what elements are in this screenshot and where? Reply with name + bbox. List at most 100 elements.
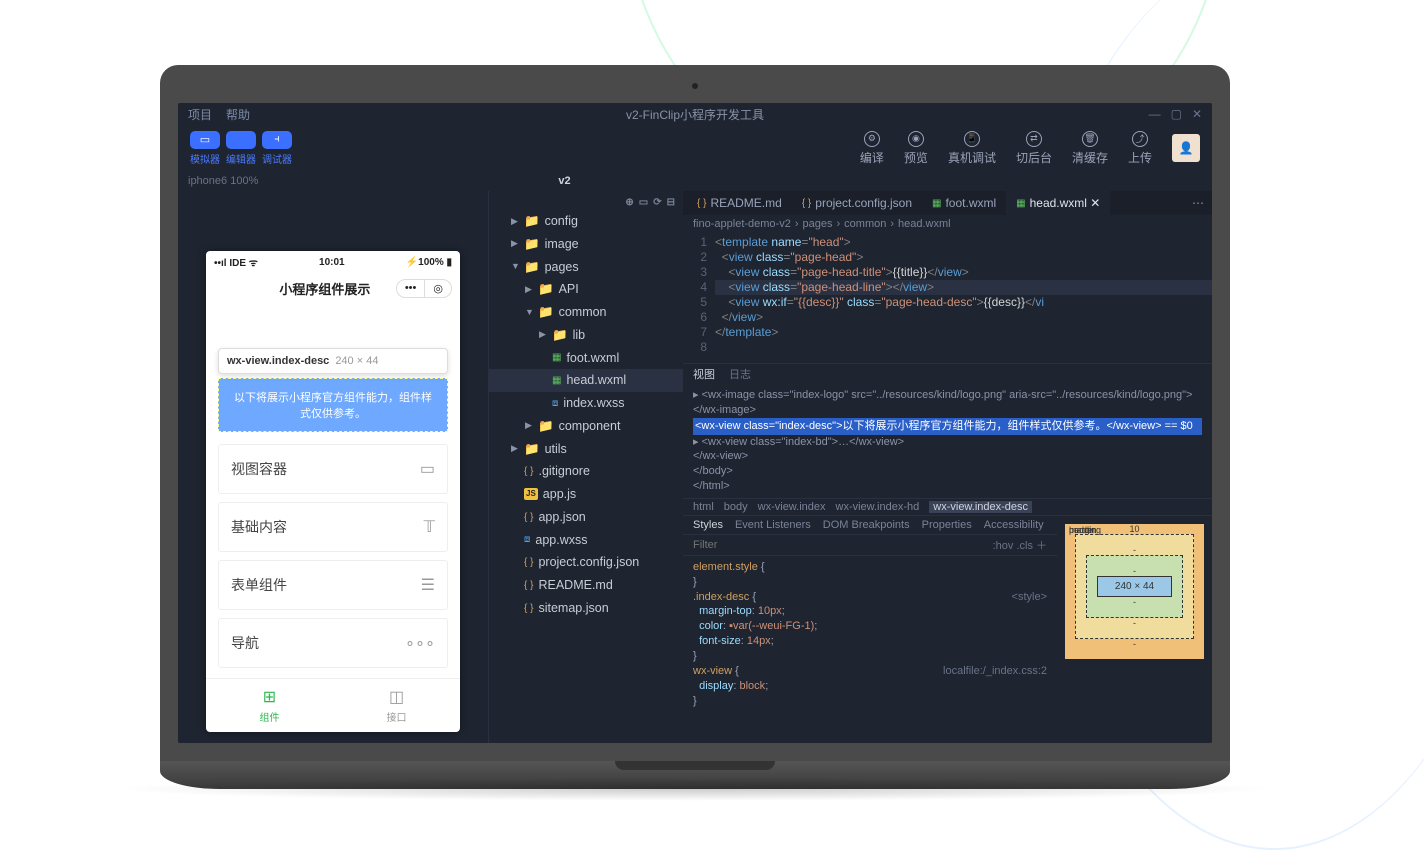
- collapse-icon[interactable]: ⊟: [667, 197, 675, 208]
- close-icon[interactable]: ✕: [1192, 107, 1202, 121]
- menu-project[interactable]: 项目: [188, 106, 212, 123]
- hov-cls-toggle[interactable]: :hov .cls ＋: [993, 537, 1047, 553]
- devtools-tab-log[interactable]: 日志: [729, 366, 751, 382]
- toolbar-切后台[interactable]: ⇄切后台: [1016, 131, 1052, 166]
- highlighted-element[interactable]: 以下将展示小程序官方组件能力，组件样式仅供参考。: [218, 378, 448, 432]
- device-label: iphone6: [188, 175, 227, 187]
- tree-item-foot.wxml[interactable]: ▦foot.wxml: [489, 347, 683, 370]
- camera-dot: [692, 83, 698, 89]
- tree-root-label: v2: [558, 175, 570, 187]
- crumb-html[interactable]: html: [693, 501, 714, 513]
- phone-status-left: ••ıl IDE ᯤ: [214, 255, 258, 269]
- tree-item-head.wxml[interactable]: ▦head.wxml: [489, 369, 683, 392]
- bm-padding-val: -: [1133, 566, 1136, 576]
- phone-status-right: ⚡100% ▮: [406, 257, 452, 268]
- tree-item-API[interactable]: ▶📁API: [489, 278, 683, 301]
- capsule-menu[interactable]: •••: [397, 280, 425, 297]
- tree-item-README.md[interactable]: { }README.md: [489, 574, 683, 597]
- crumb-body[interactable]: body: [724, 501, 748, 513]
- menubar: 项目 帮助 v2-FinClip小程序开发工具 — ▢ ✕: [178, 103, 1212, 125]
- inspector-tooltip: wx-view.index-desc 240 × 44: [218, 348, 448, 374]
- minimize-icon[interactable]: —: [1149, 107, 1161, 121]
- toolbar-上传[interactable]: ⤴上传: [1128, 131, 1152, 166]
- mode-button-2[interactable]: ⫞调试器: [262, 131, 292, 166]
- toolbar: ▭模拟器 编辑器 ⫞调试器 ⚙编译 ◉预览 📱真机调试 ⇄切后台 🗑清缓存 ⤴上…: [178, 125, 1212, 171]
- bm-padding-label: padding: [1069, 525, 1101, 535]
- mode-button-1[interactable]: 编辑器: [226, 131, 256, 166]
- box-model: margin 10 border - padding - 240 × 44 - …: [1057, 516, 1212, 743]
- breadcrumb: fino-applet-demo-v2›pages›common›head.wx…: [683, 215, 1212, 233]
- tree-item-project.config.json[interactable]: { }project.config.json: [489, 551, 683, 574]
- simulator-pane: ••ıl IDE ᯤ 10:01 ⚡100% ▮ 小程序组件展示 ••• ◎ w…: [178, 191, 488, 743]
- menu-help[interactable]: 帮助: [226, 106, 250, 123]
- section-item[interactable]: 表单组件☰: [218, 560, 448, 610]
- styles-tab-Properties[interactable]: Properties: [922, 519, 972, 531]
- crumb-wx-view.index-desc[interactable]: wx-view.index-desc: [929, 501, 1032, 513]
- editor-tab-foot.wxml[interactable]: ▦foot.wxml: [922, 191, 1006, 215]
- section-item[interactable]: 基础内容𝕋: [218, 502, 448, 552]
- editor-tabs: { }README.md { }project.config.json ▦foo…: [683, 191, 1212, 215]
- tree-item-index.wxss[interactable]: ⧈index.wxss: [489, 392, 683, 415]
- status-row: iphone6 100% v2: [178, 171, 1212, 191]
- phone-tab-组件[interactable]: ⊞组件: [206, 679, 333, 732]
- capsule-close[interactable]: ◎: [424, 280, 451, 297]
- zoom-label: 100%: [230, 175, 258, 187]
- editor-tab-head.wxml[interactable]: ▦head.wxml ✕: [1006, 191, 1110, 215]
- tree-item-app.wxss[interactable]: ⧈app.wxss: [489, 529, 683, 552]
- editor-pane: { }README.md { }project.config.json ▦foo…: [683, 191, 1212, 743]
- tooltip-selector: wx-view.index-desc: [227, 355, 329, 367]
- styles-tab-Styles[interactable]: Styles: [693, 519, 723, 531]
- tree-item-.gitignore[interactable]: { }.gitignore: [489, 460, 683, 483]
- tabs-more-icon[interactable]: ⋯: [1184, 196, 1212, 210]
- toolbar-编译[interactable]: ⚙编译: [860, 131, 884, 166]
- refresh-icon[interactable]: ⟳: [653, 197, 661, 208]
- phone-page-title: 小程序组件展示: [254, 279, 396, 298]
- elements-breadcrumb: html body wx-view.index wx-view.index-hd wx-…: [683, 498, 1212, 516]
- phone-tab-接口[interactable]: ◫接口: [333, 679, 460, 732]
- tree-item-sitemap.json[interactable]: { }sitemap.json: [489, 597, 683, 620]
- file-tree-pane: ⊕ ▭ ⟳ ⊟ ▶📁config ▶📁image ▼📁pages ▶📁API ▼…: [488, 191, 683, 743]
- tree-item-component[interactable]: ▶📁component: [489, 415, 683, 438]
- styles-tab-Accessibility[interactable]: Accessibility: [984, 519, 1044, 531]
- laptop-frame: 项目 帮助 v2-FinClip小程序开发工具 — ▢ ✕ ▭模拟器 编辑器 ⫞…: [160, 65, 1230, 789]
- tree-item-app.json[interactable]: { }app.json: [489, 506, 683, 529]
- styles-filter-input[interactable]: [693, 537, 993, 553]
- window-title: v2-FinClip小程序开发工具: [626, 106, 764, 123]
- crumb-wx-view.index[interactable]: wx-view.index: [758, 501, 826, 513]
- phone-frame: ••ıl IDE ᯤ 10:01 ⚡100% ▮ 小程序组件展示 ••• ◎ w…: [206, 251, 460, 732]
- tree-item-app.js[interactable]: JSapp.js: [489, 483, 683, 506]
- maximize-icon[interactable]: ▢: [1171, 107, 1182, 121]
- section-item[interactable]: 导航∘∘∘: [218, 618, 448, 668]
- phone-status-time: 10:01: [319, 257, 345, 268]
- tree-item-common[interactable]: ▼📁common: [489, 301, 683, 324]
- toolbar-清缓存[interactable]: 🗑清缓存: [1072, 131, 1108, 166]
- ide-window: 项目 帮助 v2-FinClip小程序开发工具 — ▢ ✕ ▭模拟器 编辑器 ⫞…: [178, 103, 1212, 743]
- new-file-icon[interactable]: ⊕: [625, 197, 633, 208]
- editor-tab-project.config.json[interactable]: { }project.config.json: [792, 191, 922, 215]
- crumb-wx-view.index-hd[interactable]: wx-view.index-hd: [836, 501, 920, 513]
- tree-item-lib[interactable]: ▶📁lib: [489, 324, 683, 347]
- tree-item-config[interactable]: ▶📁config: [489, 210, 683, 233]
- tooltip-size: 240 × 44: [335, 355, 378, 367]
- code-editor[interactable]: 12345678 <template name="head"> <view cl…: [683, 233, 1212, 363]
- editor-tab-README.md[interactable]: { }README.md: [687, 191, 792, 215]
- tree-item-utils[interactable]: ▶📁utils: [489, 438, 683, 461]
- styles-tab-DOM Breakpoints[interactable]: DOM Breakpoints: [823, 519, 910, 531]
- devtools: 视图 日志 ▸ <wx-image class="index-logo" src…: [683, 363, 1212, 743]
- devtools-tab-view[interactable]: 视图: [693, 366, 715, 382]
- laptop-shadow: [110, 777, 1280, 801]
- styles-tab-Event Listeners[interactable]: Event Listeners: [735, 519, 811, 531]
- section-item[interactable]: 视图容器▭: [218, 444, 448, 494]
- tree-item-pages[interactable]: ▼📁pages: [489, 256, 683, 279]
- capsule-button[interactable]: ••• ◎: [396, 279, 452, 298]
- avatar[interactable]: 👤: [1172, 134, 1200, 162]
- elements-panel[interactable]: ▸ <wx-image class="index-logo" src="../r…: [683, 384, 1212, 498]
- mode-button-0[interactable]: ▭模拟器: [190, 131, 220, 166]
- toolbar-真机调试[interactable]: 📱真机调试: [948, 131, 996, 166]
- bm-border-val: -: [1133, 545, 1136, 555]
- bm-margin-top: 10: [1129, 524, 1139, 534]
- css-rules-panel[interactable]: element.style {}.index-desc {<style> mar…: [683, 556, 1057, 712]
- toolbar-预览[interactable]: ◉预览: [904, 131, 928, 166]
- new-folder-icon[interactable]: ▭: [639, 197, 648, 208]
- tree-item-image[interactable]: ▶📁image: [489, 233, 683, 256]
